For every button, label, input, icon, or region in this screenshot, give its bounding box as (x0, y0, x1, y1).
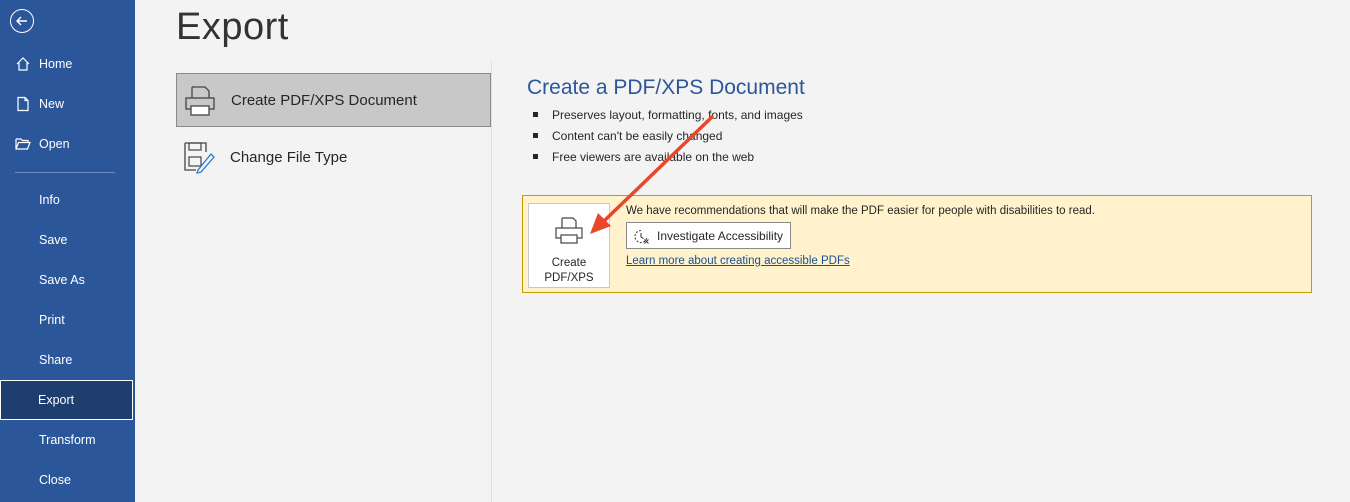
home-icon (15, 56, 31, 72)
back-arrow-icon (10, 9, 34, 33)
sidebar-item-label: New (39, 97, 65, 111)
option-label: Create PDF/XPS Document (231, 91, 417, 109)
detail-title: Create a PDF/XPS Document (527, 76, 805, 99)
sidebar-item-label: Save (39, 233, 68, 247)
option-change-file-type[interactable]: Change File Type (176, 130, 491, 184)
sidebar-item-open[interactable]: Open (0, 124, 135, 164)
create-label-line2: PDF/XPS (544, 272, 594, 284)
sidebar-item-print[interactable]: Print (0, 300, 135, 340)
change-file-type-icon (182, 140, 216, 174)
option-label: Change File Type (230, 148, 348, 166)
sidebar-item-info[interactable]: Info (0, 180, 135, 220)
sidebar-item-export[interactable]: Export (0, 380, 133, 420)
sidebar-item-save-as[interactable]: Save As (0, 260, 135, 300)
sidebar-item-share[interactable]: Share (0, 340, 135, 380)
list-item: Preserves layout, formatting, fonts, and… (533, 108, 803, 129)
create-pdf-xps-button[interactable]: Create PDF/XPS (528, 203, 610, 288)
sidebar-item-label: Share (39, 353, 73, 367)
learn-more-link[interactable]: Learn more about creating accessible PDF… (626, 255, 850, 267)
sidebar-item-label: Close (39, 473, 71, 487)
sidebar-item-label: Export (38, 393, 75, 407)
pdf-printer-icon (183, 84, 217, 118)
notice-message: We have recommendations that will make t… (626, 205, 1095, 217)
pdf-printer-icon (554, 216, 584, 251)
backstage-sidebar: Home New Open Info Save Save As Print Sh… (0, 0, 135, 502)
new-document-icon (15, 96, 31, 112)
accessibility-notice: Create PDF/XPS We have recommendations t… (522, 195, 1312, 293)
create-pdf-xps-label: Create PDF/XPS (529, 256, 609, 286)
sidebar-item-label: Info (39, 193, 60, 207)
sidebar-item-home[interactable]: Home (0, 44, 135, 84)
sidebar-item-save[interactable]: Save (0, 220, 135, 260)
sidebar-item-transform[interactable]: Transform (0, 420, 135, 460)
create-label-line1: Create (551, 257, 587, 269)
sidebar-item-new[interactable]: New (0, 84, 135, 124)
sidebar-item-close[interactable]: Close (0, 460, 135, 500)
option-create-pdf-xps[interactable]: Create PDF/XPS Document (176, 73, 491, 127)
sidebar-item-label: Print (39, 313, 65, 327)
column-divider (491, 60, 492, 502)
sidebar-item-label: Home (39, 57, 73, 71)
back-button[interactable] (0, 0, 135, 44)
feature-list: Preserves layout, formatting, fonts, and… (533, 108, 803, 171)
sidebar-item-label: Transform (39, 433, 96, 447)
page-title: Export (176, 6, 289, 48)
accessibility-check-icon (634, 229, 650, 247)
sidebar-item-label: Save As (39, 273, 85, 287)
list-item: Content can't be easily changed (533, 129, 803, 150)
sidebar-item-label: Open (39, 137, 70, 151)
sidebar-divider (15, 172, 115, 173)
folder-open-icon (15, 136, 31, 152)
investigate-button-label: Investigate Accessibility (657, 229, 784, 243)
investigate-accessibility-button[interactable]: Investigate Accessibility (626, 222, 791, 249)
list-item: Free viewers are available on the web (533, 150, 803, 171)
